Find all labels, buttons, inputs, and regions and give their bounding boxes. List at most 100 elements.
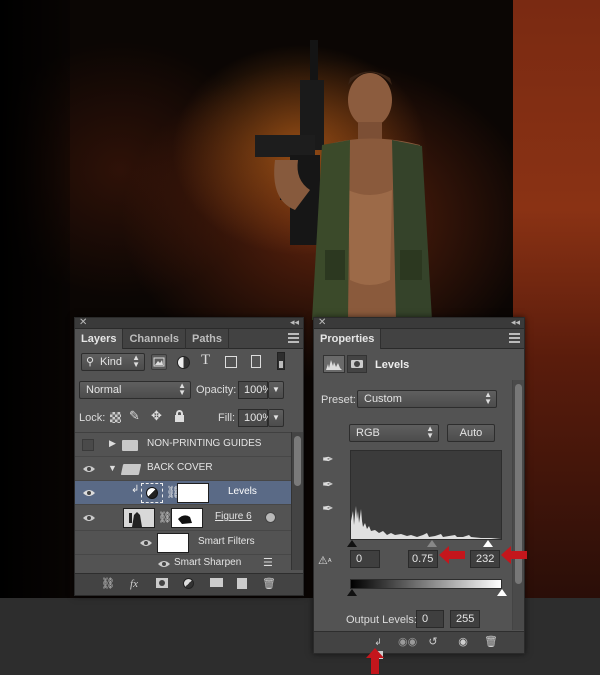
input-gamma-field[interactable]: 0.75 <box>408 550 438 568</box>
layer-name: Smart Sharpen <box>174 557 242 568</box>
levels-adjustment-icon <box>146 487 158 499</box>
filter-adjustment-icon[interactable] <box>177 356 190 369</box>
view-previous-state-icon[interactable]: ◉◉ <box>398 636 417 649</box>
blend-mode-select[interactable]: Normal ▲ ▼ <box>79 381 191 399</box>
white-point-eyedropper-icon[interactable]: ✒ <box>322 500 334 517</box>
filter-type-icon[interactable]: T <box>201 352 210 369</box>
output-white-field[interactable]: 255 <box>450 610 480 628</box>
new-group-icon[interactable] <box>209 578 223 591</box>
link-layers-icon[interactable]: ⛓ <box>101 578 115 591</box>
layer-row-non-printing-guides[interactable]: ▶ NON-PRINTING GUIDES <box>75 433 291 457</box>
eye-icon[interactable] <box>82 513 96 523</box>
reset-adjustment-icon[interactable]: ↺ <box>426 636 440 649</box>
soldier-figure-image <box>255 40 432 320</box>
layer-filter-kind-select[interactable]: ⚲ Kind ▲ ▼ <box>81 353 145 371</box>
layer-mask-thumbnail[interactable] <box>177 483 209 503</box>
collapse-icon[interactable]: ◂◂ <box>511 317 520 328</box>
levels-adjustment-icon[interactable] <box>323 355 345 373</box>
adjustment-thumbnail[interactable] <box>141 483 163 503</box>
visibility-off-box[interactable] <box>82 439 94 451</box>
layers-list: ▶ NON-PRINTING GUIDES ▼ BACK COVER ↲ ⛓ L… <box>75 432 291 570</box>
input-black-field[interactable]: 0 <box>350 550 380 568</box>
layer-mask-thumbnail[interactable] <box>171 508 203 528</box>
opacity-input[interactable]: 100% <box>238 381 272 399</box>
mask-properties-icon[interactable] <box>347 355 367 373</box>
layers-panel: ✕ ◂◂ Layers Channels Paths ⚲ Kind ▲ ▼ T N… <box>74 317 304 596</box>
layer-row-figure-6[interactable]: ⛓ Figure 6 <box>75 505 291 531</box>
add-layer-style-icon[interactable]: fx <box>127 578 141 591</box>
fill-input[interactable]: 100% <box>238 409 272 427</box>
input-white-slider[interactable] <box>483 540 493 547</box>
layer-row-back-cover[interactable]: ▼ BACK COVER <box>75 457 291 481</box>
delete-layer-icon[interactable]: 🗑 <box>262 578 276 591</box>
preset-select[interactable]: Custom ▲ ▼ <box>357 390 497 408</box>
lock-position-icon[interactable]: ✥ <box>151 408 162 424</box>
filter-blending-options-icon[interactable]: ☰ <box>263 556 273 569</box>
opacity-label: Opacity: <box>196 384 237 396</box>
black-point-eyedropper-icon[interactable]: ✒ <box>322 451 334 468</box>
close-icon[interactable]: ✕ <box>79 317 87 328</box>
eye-icon[interactable] <box>82 488 96 498</box>
layer-row-levels[interactable]: ↲ ⛓ Levels <box>75 481 291 505</box>
collapse-arrow-icon[interactable]: ▼ <box>108 463 117 473</box>
annotation-arrow-white <box>501 546 527 564</box>
layers-panel-titlebar[interactable]: ✕ ◂◂ <box>75 317 303 329</box>
filter-toggle-switch[interactable] <box>277 352 285 370</box>
select-arrows-icon: ▲ ▼ <box>178 381 186 397</box>
properties-panel-titlebar[interactable]: ✕ ◂◂ <box>314 317 524 329</box>
filter-mask-thumbnail[interactable] <box>157 533 189 553</box>
expand-arrow-icon[interactable]: ▶ <box>109 438 116 449</box>
panel-menu-icon[interactable] <box>509 333 520 343</box>
gray-point-eyedropper-icon[interactable]: ✒ <box>322 476 334 493</box>
search-icon: ⚲ <box>86 356 95 368</box>
properties-scrollbar[interactable] <box>512 380 524 630</box>
smart-filter-badge-icon <box>265 512 276 523</box>
new-layer-icon[interactable] <box>235 578 249 591</box>
lock-label: Lock: <box>79 412 106 424</box>
filter-pixel-icon[interactable] <box>151 354 167 370</box>
filter-shape-icon[interactable] <box>225 356 237 368</box>
blend-mode-value: Normal <box>86 384 122 396</box>
eye-icon[interactable] <box>139 538 153 548</box>
fill-slider-button[interactable]: ▼ <box>268 409 284 427</box>
input-white-field[interactable]: 232 <box>470 550 500 568</box>
layer-row-smart-sharpen[interactable]: Smart Sharpen ☰ <box>75 555 291 570</box>
lock-all-icon[interactable] <box>175 410 184 422</box>
layer-name: Figure 6 <box>215 511 252 522</box>
select-arrows-icon: ▲ ▼ <box>426 424 434 440</box>
input-black-slider[interactable] <box>347 540 357 547</box>
folder-open-icon <box>120 464 142 475</box>
lock-transparent-pixels-icon[interactable] <box>110 412 121 423</box>
layers-scrollbar[interactable] <box>291 432 303 570</box>
tab-channels[interactable]: Channels <box>123 329 186 349</box>
tab-paths[interactable]: Paths <box>186 329 229 349</box>
panel-menu-icon[interactable] <box>288 333 299 343</box>
layer-row-smart-filters[interactable]: Smart Filters <box>75 531 291 555</box>
eye-icon[interactable] <box>82 464 96 474</box>
smart-object-thumbnail[interactable] <box>123 508 155 528</box>
filter-smart-object-icon[interactable] <box>251 355 261 368</box>
tab-properties[interactable]: Properties <box>314 329 382 349</box>
auto-button[interactable]: Auto <box>447 424 495 442</box>
opacity-slider-button[interactable]: ▼ <box>268 381 284 399</box>
channel-select[interactable]: RGB ▲ ▼ <box>349 424 439 442</box>
toggle-visibility-eye-icon[interactable]: ◉ <box>456 636 470 649</box>
adjustment-title: Levels <box>375 359 410 371</box>
close-icon[interactable]: ✕ <box>318 317 326 328</box>
chain-link-icon: ⛓ <box>158 512 172 524</box>
scrollbar-thumb[interactable] <box>294 436 301 486</box>
delete-adjustment-icon[interactable]: 🗑 <box>484 636 498 649</box>
new-adjustment-layer-icon[interactable] <box>181 578 195 591</box>
eye-icon[interactable] <box>157 559 171 569</box>
collapse-icon[interactable]: ◂◂ <box>290 317 299 328</box>
add-mask-icon[interactable] <box>155 578 169 591</box>
input-gamma-slider[interactable] <box>427 540 437 547</box>
output-black-field[interactable]: 0 <box>416 610 444 628</box>
select-arrows-icon: ▲ ▼ <box>484 390 492 406</box>
tab-layers[interactable]: Layers <box>75 329 124 349</box>
output-white-slider[interactable] <box>497 589 507 596</box>
layers-tabbar: Layers Channels Paths <box>75 329 303 349</box>
lock-image-pixels-icon[interactable]: ✎ <box>129 408 140 424</box>
clipping-warning-icon[interactable]: ⚠ᴬ <box>318 554 332 567</box>
output-black-slider[interactable] <box>347 589 357 596</box>
